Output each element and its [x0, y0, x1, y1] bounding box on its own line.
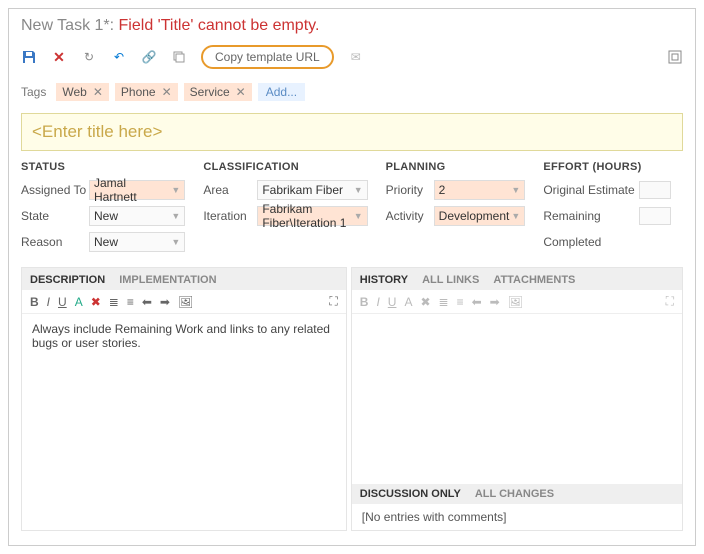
- outdent-icon: ⬅: [472, 295, 482, 309]
- tag-remove-icon[interactable]: ✕: [93, 85, 103, 99]
- maximize-icon[interactable]: ⛶: [666, 294, 674, 309]
- chevron-down-icon[interactable]: ▼: [354, 211, 363, 221]
- right-pane: HISTORY ALL LINKS ATTACHMENTS B I U A ✖ …: [351, 267, 683, 531]
- tab-history[interactable]: HISTORY: [360, 274, 408, 286]
- assigned-to-label: Assigned To: [21, 183, 89, 197]
- underline-icon: U: [388, 295, 397, 309]
- state-combo[interactable]: New▼: [89, 206, 185, 226]
- copy-template-url-button[interactable]: Copy template URL: [201, 45, 334, 69]
- form-header: New Task 1*: Field 'Title' cannot be emp…: [9, 9, 695, 39]
- left-tabs: DESCRIPTION IMPLEMENTATION: [22, 268, 346, 290]
- title-input[interactable]: <Enter title here>: [21, 113, 683, 151]
- italic-icon[interactable]: I: [47, 295, 50, 309]
- chevron-down-icon[interactable]: ▼: [171, 211, 180, 221]
- tab-implementation[interactable]: IMPLEMENTATION: [119, 274, 216, 286]
- italic-icon: I: [376, 295, 379, 309]
- tab-all-links[interactable]: ALL LINKS: [422, 274, 479, 286]
- bullet-list-icon: ≣: [439, 295, 449, 309]
- completed-label: Completed: [543, 235, 639, 249]
- close-icon[interactable]: ✕: [51, 49, 67, 65]
- state-label: State: [21, 209, 89, 223]
- add-tag-button[interactable]: Add...: [258, 83, 305, 101]
- status-heading: STATUS: [21, 161, 185, 173]
- outdent-icon[interactable]: ⬅: [142, 295, 152, 309]
- indent-icon[interactable]: ➡: [160, 295, 170, 309]
- activity-label: Activity: [386, 209, 434, 223]
- left-pane: DESCRIPTION IMPLEMENTATION B I U A ✖ ≣ ≡…: [21, 267, 347, 531]
- classification-column: CLASSIFICATION AreaFabrikam Fiber▼ Itera…: [203, 161, 367, 257]
- iteration-label: Iteration: [203, 209, 257, 223]
- effort-heading: EFFORT (HOURS): [543, 161, 683, 173]
- history-body[interactable]: [352, 314, 682, 484]
- link-icon: 🔗: [141, 49, 157, 65]
- image-icon: 🖼: [508, 295, 523, 309]
- remaining-input[interactable]: [639, 207, 671, 225]
- email-icon[interactable]: ✉: [348, 49, 364, 65]
- fields-grid: STATUS Assigned ToJamal Hartnett▼ StateN…: [9, 161, 695, 257]
- chevron-down-icon[interactable]: ▼: [171, 237, 180, 247]
- main-toolbar: ✕ ↻ ↶ 🔗 Copy template URL ✉: [9, 39, 695, 79]
- save-icon[interactable]: [21, 49, 37, 65]
- discussion-tabs: DISCUSSION ONLY ALL CHANGES: [352, 484, 682, 504]
- tab-attachments[interactable]: ATTACHMENTS: [493, 274, 575, 286]
- bold-icon: B: [360, 295, 369, 309]
- tag-remove-icon[interactable]: ✕: [162, 85, 172, 99]
- tag-service[interactable]: Service✕: [184, 83, 252, 101]
- discussion-empty: [No entries with comments]: [352, 504, 682, 530]
- number-list-icon[interactable]: ≡: [127, 295, 134, 309]
- original-estimate-label: Original Estimate: [543, 183, 639, 197]
- area-combo[interactable]: Fabrikam Fiber▼: [257, 180, 367, 200]
- activity-combo[interactable]: Development▼: [434, 206, 526, 226]
- planning-heading: PLANNING: [386, 161, 526, 173]
- chevron-down-icon[interactable]: ▼: [354, 185, 363, 195]
- chevron-down-icon[interactable]: ▼: [511, 185, 520, 195]
- form-title: New Task 1*: [21, 17, 110, 34]
- reason-label: Reason: [21, 235, 89, 249]
- tab-all-changes[interactable]: ALL CHANGES: [475, 488, 554, 500]
- area-label: Area: [203, 183, 257, 197]
- clear-format-icon[interactable]: ✖: [91, 295, 101, 309]
- right-tabs: HISTORY ALL LINKS ATTACHMENTS: [352, 268, 682, 290]
- assigned-to-combo[interactable]: Jamal Hartnett▼: [89, 180, 185, 200]
- undo-icon[interactable]: ↶: [111, 49, 127, 65]
- image-icon[interactable]: 🖼: [178, 295, 193, 309]
- effort-column: EFFORT (HOURS) Original Estimate Remaini…: [543, 161, 683, 257]
- font-color-icon[interactable]: A: [75, 295, 83, 309]
- status-column: STATUS Assigned ToJamal Hartnett▼ StateN…: [21, 161, 185, 257]
- original-estimate-input[interactable]: [639, 181, 671, 199]
- font-color-icon: A: [404, 295, 412, 309]
- copy-icon[interactable]: [171, 49, 187, 65]
- tags-row: Tags Web✕ Phone✕ Service✕ Add...: [9, 79, 695, 109]
- refresh-icon[interactable]: ↻: [81, 49, 97, 65]
- tab-discussion-only[interactable]: DISCUSSION ONLY: [360, 488, 461, 500]
- priority-combo[interactable]: 2▼: [434, 180, 526, 200]
- tag-web[interactable]: Web✕: [56, 83, 109, 101]
- chevron-down-icon[interactable]: ▼: [511, 211, 520, 221]
- chevron-down-icon[interactable]: ▼: [171, 185, 180, 195]
- detail-panes: DESCRIPTION IMPLEMENTATION B I U A ✖ ≣ ≡…: [21, 267, 683, 531]
- work-item-form: New Task 1*: Field 'Title' cannot be emp…: [8, 8, 696, 546]
- maximize-icon[interactable]: ⛶: [329, 294, 337, 309]
- bold-icon[interactable]: B: [30, 295, 39, 309]
- underline-icon[interactable]: U: [58, 295, 67, 309]
- validation-error: Field 'Title' cannot be empty.: [119, 17, 320, 34]
- bullet-list-icon[interactable]: ≣: [109, 295, 119, 309]
- planning-column: PLANNING Priority2▼ ActivityDevelopment▼: [386, 161, 526, 257]
- fullscreen-icon[interactable]: [667, 49, 683, 65]
- tab-description[interactable]: DESCRIPTION: [30, 274, 105, 286]
- priority-label: Priority: [386, 183, 434, 197]
- reason-combo[interactable]: New▼: [89, 232, 185, 252]
- number-list-icon: ≡: [457, 295, 464, 309]
- remaining-label: Remaining: [543, 209, 639, 223]
- rich-text-toolbar: B I U A ✖ ≣ ≡ ⬅ ➡ 🖼 ⛶: [22, 290, 346, 314]
- indent-icon: ➡: [490, 295, 500, 309]
- history-toolbar: B I U A ✖ ≣ ≡ ⬅ ➡ 🖼 ⛶: [352, 290, 682, 314]
- tag-phone[interactable]: Phone✕: [115, 83, 178, 101]
- classification-heading: CLASSIFICATION: [203, 161, 367, 173]
- clear-format-icon: ✖: [420, 295, 430, 309]
- tags-label: Tags: [21, 85, 46, 99]
- tag-remove-icon[interactable]: ✕: [236, 85, 246, 99]
- iteration-combo[interactable]: Fabrikam Fiber\Iteration 1▼: [257, 206, 367, 226]
- description-body[interactable]: Always include Remaining Work and links …: [22, 314, 346, 530]
